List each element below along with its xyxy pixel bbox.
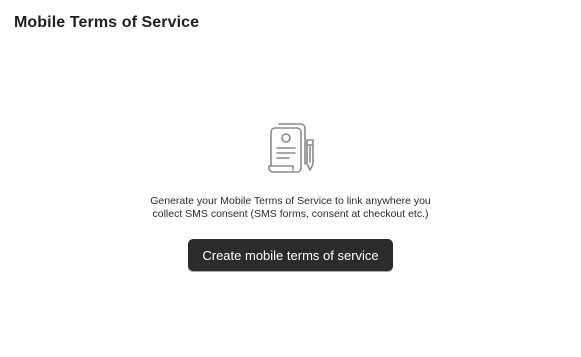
page-title: Mobile Terms of Service — [14, 14, 200, 31]
empty-state-description: Generate your Mobile Terms of Service to… — [150, 195, 431, 220]
create-mobile-terms-button[interactable]: Create mobile terms of service — [188, 239, 393, 271]
empty-state: Generate your Mobile Terms of Service to… — [0, 118, 581, 271]
document-with-pen-icon — [261, 118, 321, 183]
